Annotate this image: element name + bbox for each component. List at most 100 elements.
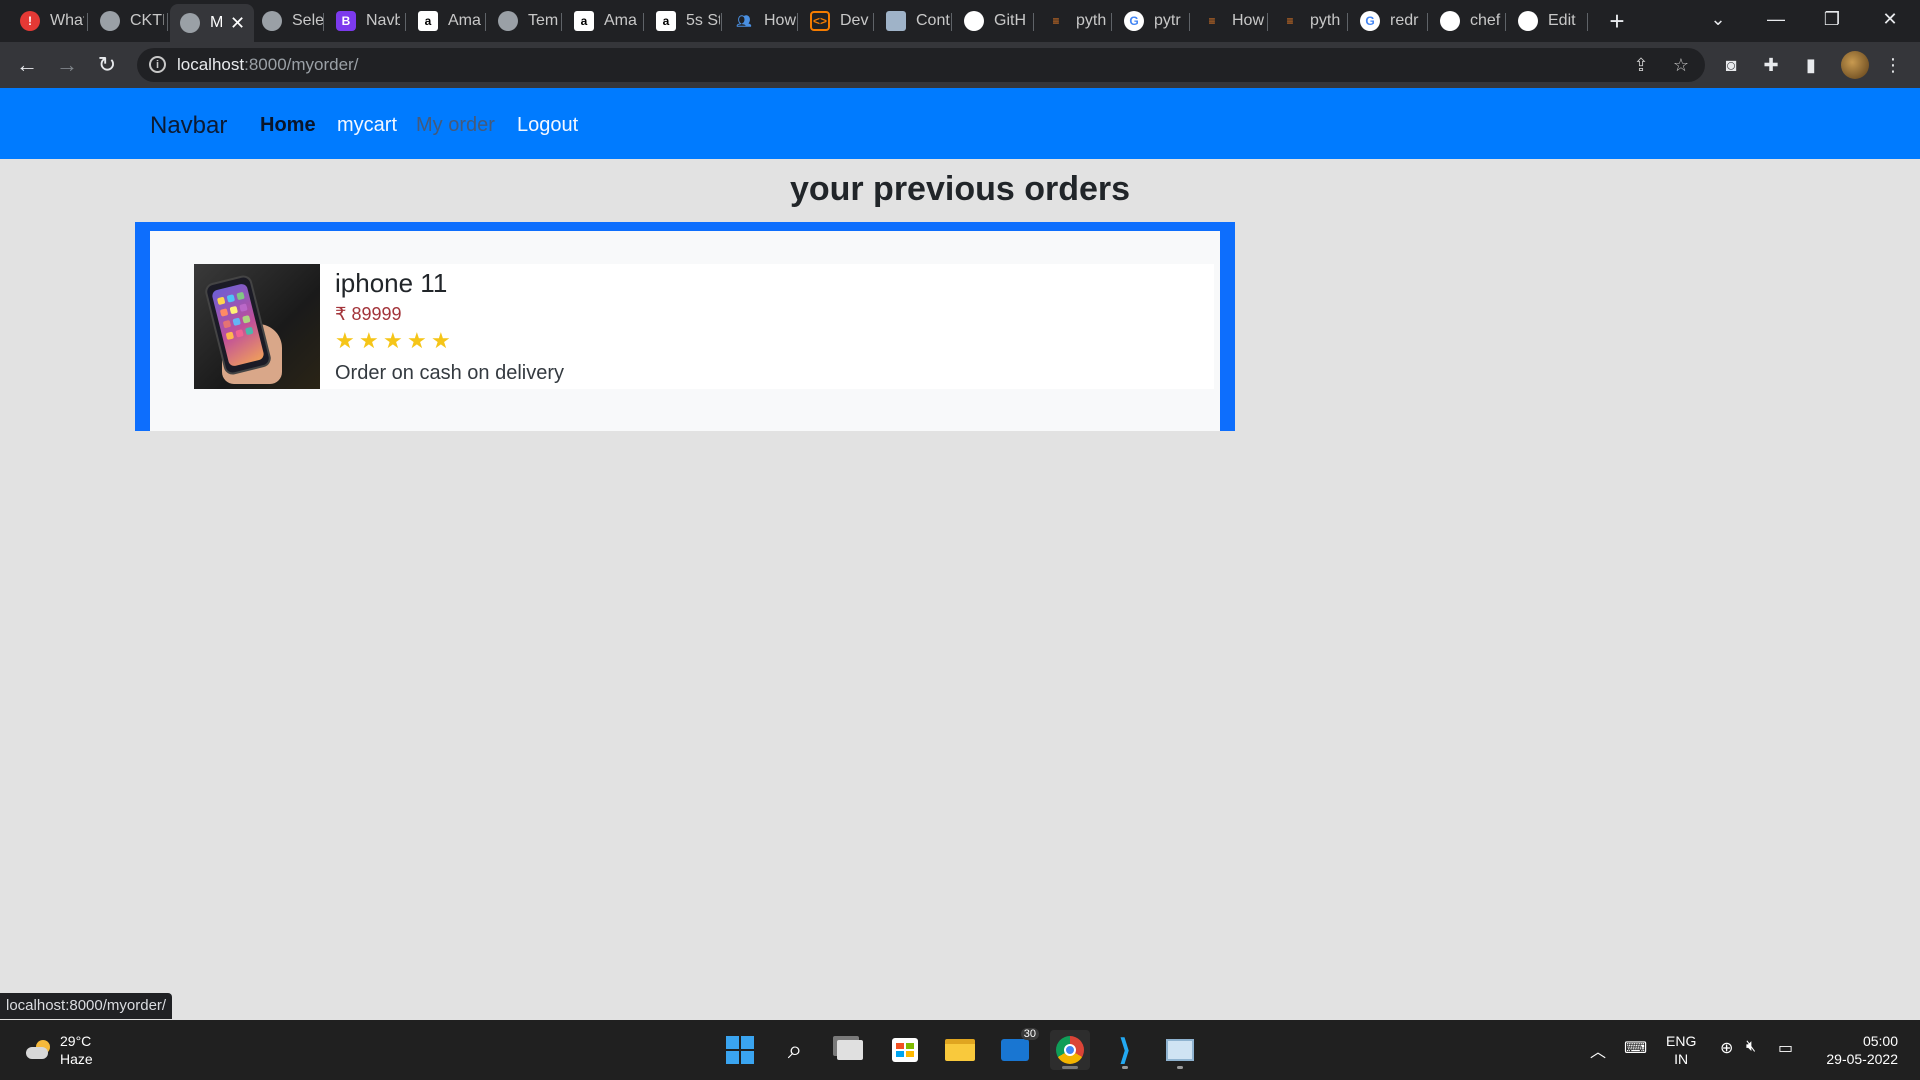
browser-tab-title: pytr	[1154, 12, 1181, 29]
browser-tab[interactable]: a Ama	[408, 4, 486, 38]
browser-tab-title: Sele	[292, 12, 324, 29]
restore-button[interactable]: ❐	[1804, 0, 1860, 38]
task-view-icon[interactable]	[830, 1030, 870, 1070]
site-info-icon[interactable]: i	[149, 56, 166, 73]
weather-cloud-icon	[26, 1040, 52, 1060]
browser-tab[interactable]: <> Dev	[800, 4, 874, 38]
start-button[interactable]	[720, 1030, 760, 1070]
browser-tab[interactable]: a Ama	[564, 4, 644, 38]
browser-tab[interactable]: a 5s St	[646, 4, 722, 38]
address-bar[interactable]: i localhost:8000/myorder/ ⇪ ☆	[137, 48, 1705, 82]
browser-tab[interactable]: ≡ pyth	[1036, 4, 1112, 38]
browser-tab[interactable]: Sele	[252, 4, 324, 38]
minimize-button[interactable]: —	[1748, 0, 1804, 38]
browser-tab[interactable]: ● Edit	[1508, 4, 1588, 38]
weather-widget[interactable]: 29°C Haze	[26, 1032, 93, 1068]
side-panel-icon[interactable]: ▮	[1798, 52, 1824, 78]
browser-tab[interactable]: CKTI	[90, 4, 168, 38]
globe-icon	[498, 11, 518, 31]
browser-tab[interactable]: 👥︎ How	[724, 4, 798, 38]
browser-tab[interactable]: My ✕	[170, 4, 254, 42]
system-clock[interactable]: 05:00 29-05-2022	[1810, 1032, 1898, 1068]
share-icon[interactable]: ⇪	[1629, 53, 1653, 77]
browser-tab[interactable]: Cont	[876, 4, 952, 38]
profile-avatar[interactable]	[1841, 51, 1869, 79]
browser-tab-title: Tem	[528, 12, 559, 29]
clock-date: 29-05-2022	[1826, 1051, 1898, 1067]
github-icon: ●	[1518, 11, 1538, 31]
nav-link-my-order[interactable]: My order	[416, 114, 495, 137]
url-path: :8000/myorder/	[244, 55, 359, 74]
back-icon[interactable]: ←	[12, 50, 42, 80]
github-icon: ●	[964, 11, 984, 31]
navbar-brand[interactable]: Navbar	[150, 112, 227, 140]
stackoverflow-icon: ≡	[1052, 14, 1060, 28]
search-icon[interactable]: ⌕	[775, 1030, 815, 1070]
browser-tab[interactable]: B Navb	[326, 4, 406, 38]
bookmark-star-icon[interactable]: ☆	[1669, 53, 1693, 77]
product-image	[194, 264, 320, 389]
globe-icon	[262, 11, 282, 31]
chrome-taskbar-icon[interactable]	[1050, 1030, 1090, 1070]
browser-tab-title: Navb	[366, 12, 400, 29]
browser-tab-title: pyth	[1076, 12, 1107, 29]
tray-overflow-icon[interactable]: ︿	[1590, 1038, 1606, 1062]
forward-icon[interactable]: →	[52, 50, 82, 80]
browser-tab[interactable]: Gredr	[1350, 4, 1428, 38]
status-link-preview: localhost:8000/myorder/	[0, 993, 173, 1019]
browser-tab-title: Cont	[916, 12, 950, 29]
browser-tab[interactable]: ≡ pyth	[1270, 4, 1348, 38]
browser-tab-strip: !WhatCKTIMy✕SeleBNavbaAmaTemaAmaa5s St👥︎…	[0, 0, 1920, 42]
clock-time: 05:00	[1862, 1033, 1898, 1049]
browser-tab-title: Ama	[448, 12, 481, 29]
language-indicator[interactable]: ENG IN	[1666, 1032, 1696, 1068]
browser-tab[interactable]: ! What	[10, 4, 88, 38]
mail-icon[interactable]: 30	[995, 1028, 1039, 1070]
browser-tab-title: Ama	[604, 12, 637, 29]
volume-muted-icon[interactable]: 🔇︎	[1746, 1038, 1756, 1056]
menu-kebab-icon[interactable]: ⋮	[1880, 52, 1906, 78]
nav-link-logout[interactable]: Logout	[517, 114, 578, 137]
browser-tab-title: GitH	[994, 12, 1026, 29]
tab-search-icon[interactable]: ⌄	[1690, 0, 1746, 38]
amazon-icon: a	[418, 11, 438, 31]
keyboard-icon[interactable]: ⌨	[1624, 1038, 1647, 1058]
network-icon[interactable]: ⊕	[1720, 1038, 1733, 1058]
close-tab-icon[interactable]: ✕	[230, 13, 245, 34]
camera-icon[interactable]: ◙	[1718, 52, 1744, 78]
browser-tab[interactable]: ● chef	[1430, 4, 1506, 38]
file-explorer-icon[interactable]	[940, 1030, 980, 1070]
weather-condition: Haze	[60, 1051, 93, 1067]
browser-tab-title: pyth	[1310, 12, 1341, 29]
browser-tab[interactable]: Gpytr	[1114, 4, 1190, 38]
product-price: ₹ 89999	[335, 304, 402, 324]
orders-panel: iphone 11 ₹ 89999 ★ ★ ★ ★ ★ Order on cash on…	[135, 222, 1235, 431]
browser-tab[interactable]: ● GitH	[954, 4, 1034, 38]
orders-container: iphone 11 ₹ 89999 ★ ★ ★ ★ ★ Order on cash on…	[150, 231, 1220, 431]
alert-icon: !	[20, 11, 40, 31]
nav-link-home[interactable]: Home	[260, 114, 316, 137]
reload-icon[interactable]: ↻	[92, 50, 122, 80]
task-manager-icon[interactable]	[1160, 1030, 1200, 1070]
battery-icon[interactable]: ▭	[1778, 1038, 1793, 1058]
close-window-button[interactable]: ✕	[1862, 0, 1918, 38]
url-text[interactable]: localhost:8000/myorder/	[177, 55, 358, 75]
extensions-icon[interactable]: ✚	[1758, 52, 1784, 78]
dev-icon: <>	[810, 11, 830, 31]
order-payment-note: Order on cash on delivery	[335, 362, 565, 384]
nav-link-mycart[interactable]: mycart	[337, 114, 397, 137]
windows-logo-icon	[726, 1036, 754, 1064]
browser-tab[interactable]: ≡ How	[1192, 4, 1268, 38]
star-icon: ★	[383, 328, 403, 353]
star-icon: ★	[359, 328, 379, 353]
browser-tab[interactable]: Tem	[488, 4, 562, 38]
product-rating: ★ ★ ★ ★ ★	[335, 328, 452, 353]
url-host: localhost	[177, 55, 245, 74]
product-name: iphone 11	[335, 268, 448, 298]
star-icon: ★	[407, 328, 427, 353]
new-tab-button[interactable]: +	[1600, 4, 1634, 38]
vscode-icon[interactable]: ⟩	[1105, 1030, 1145, 1070]
mail-badge: 30	[1020, 1028, 1039, 1040]
amazon-icon: a	[574, 11, 594, 31]
store-icon[interactable]	[885, 1030, 925, 1070]
